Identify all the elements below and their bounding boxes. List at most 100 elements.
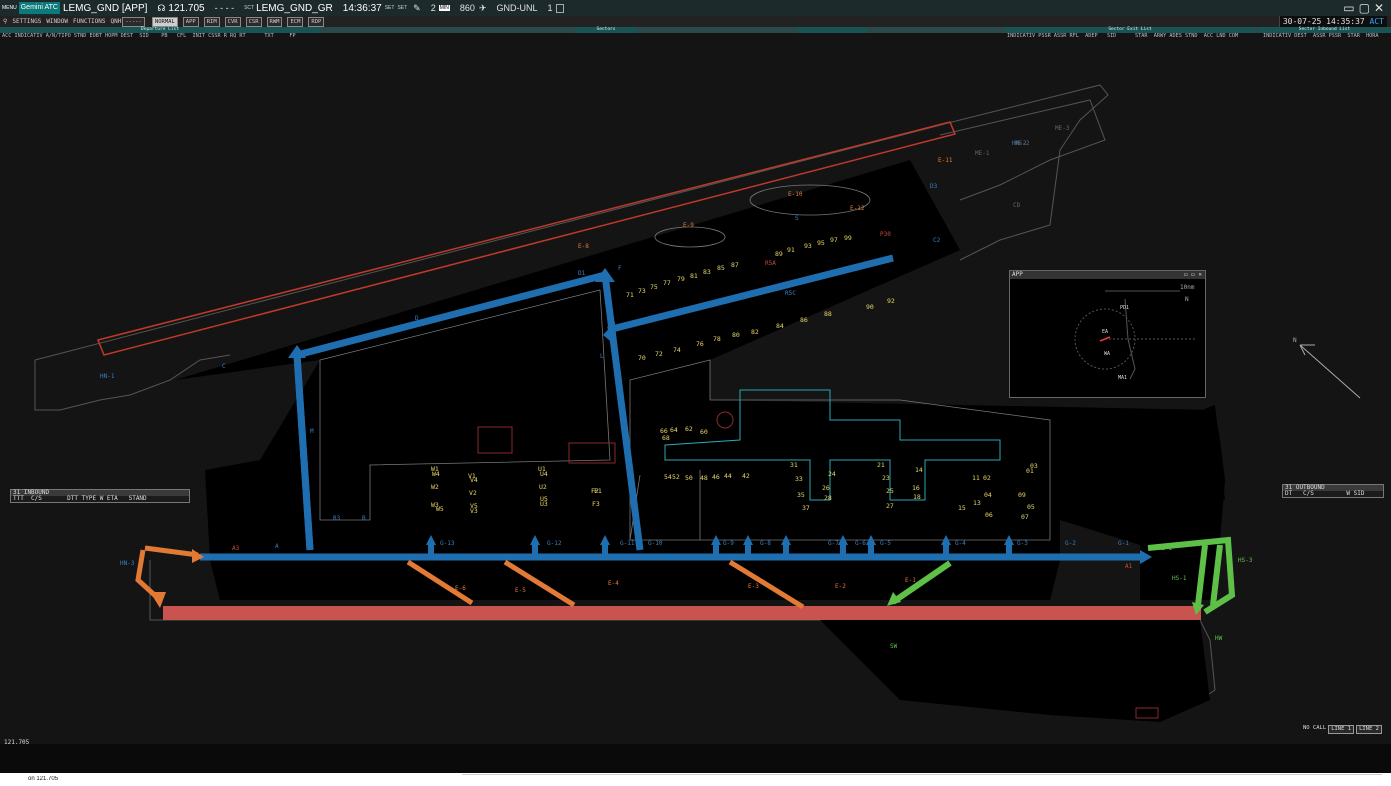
line2-button[interactable]: LINE 2 (1356, 725, 1382, 734)
btn-rdp[interactable]: RDP (308, 16, 325, 27)
app-radar-scope[interactable]: 10nm N PD1 EA WA MA1 (1010, 279, 1205, 397)
stand-number[interactable]: 78 (713, 335, 721, 343)
stand-number[interactable]: 23 (882, 474, 890, 482)
timer-value[interactable]: 2 (431, 3, 436, 13)
stand-number[interactable]: 74 (673, 346, 681, 354)
stand-number[interactable]: 42 (742, 472, 750, 480)
stand-number[interactable]: 80 (732, 331, 740, 339)
stand-number[interactable]: 64 (670, 426, 678, 434)
stand-number[interactable]: 62 (685, 425, 693, 433)
stand-number[interactable]: 60 (700, 428, 708, 436)
stand-number[interactable]: 05 (1027, 503, 1035, 511)
stand-number[interactable]: 93 (804, 242, 812, 250)
outbound-panel[interactable]: 31 OUTBOUND DT C/S W SID (1282, 484, 1384, 498)
stand-number[interactable]: 91 (787, 246, 795, 254)
stand-number[interactable]: 86 (800, 316, 808, 324)
app-radar-panel[interactable]: APP ▭ ▭ ✕ 10nm N PD1 EA WA MA1 (1009, 270, 1206, 398)
stand-number[interactable]: 87 (731, 261, 739, 269)
pencil-icon[interactable]: ✎ (413, 3, 421, 14)
command-input[interactable] (28, 774, 462, 783)
stand-number[interactable]: U5 (540, 495, 548, 503)
stand-number[interactable]: 27 (886, 502, 894, 510)
mode-select[interactable]: NORMAL (151, 16, 178, 27)
stand-number[interactable]: 92 (887, 297, 895, 305)
stand-number[interactable]: 75 (650, 283, 658, 291)
stand-number[interactable]: 28 (824, 494, 832, 502)
stand-number[interactable]: 04 (984, 491, 992, 499)
stand-number[interactable]: 09 (1018, 491, 1026, 499)
inbound-panel[interactable]: 31 INBOUND TTT C/S DTT TYPE W ETA STAND (10, 489, 190, 503)
set-label-2[interactable]: SET (397, 5, 407, 11)
stand-number[interactable]: 11 (972, 474, 980, 482)
stand-number[interactable]: 73 (638, 287, 646, 295)
stand-number[interactable]: 14 (915, 466, 923, 474)
btn-rim[interactable]: RIM (203, 16, 220, 27)
stand-number[interactable]: 89 (775, 250, 783, 258)
app-panel-titlebar[interactable]: APP ▭ ▭ ✕ (1010, 271, 1205, 279)
btn-csr[interactable]: CSR (245, 16, 262, 27)
stand-number[interactable]: 06 (985, 511, 993, 519)
altitude-value[interactable]: 860 (460, 3, 475, 13)
stand-number[interactable]: U2 (539, 483, 547, 491)
stand-number[interactable]: 21 (877, 461, 885, 469)
stand-number[interactable]: 18 (913, 493, 921, 501)
stand-number[interactable]: 95 (817, 239, 825, 247)
stand-number[interactable]: 46 (712, 473, 720, 481)
stand-number[interactable]: 48 (700, 474, 708, 482)
active-runway[interactable] (163, 606, 1201, 620)
window-controls[interactable]: ▭▢✕ (1343, 1, 1388, 15)
stand-number[interactable]: 81 (690, 272, 698, 280)
stand-number[interactable]: 31 (790, 461, 798, 469)
menu-window[interactable]: WINDOW (46, 18, 68, 25)
stand-number[interactable]: 88 (824, 310, 832, 318)
stand-number[interactable]: 85 (717, 264, 725, 272)
stand-number[interactable]: 07 (1021, 513, 1029, 521)
filter-bar[interactable] (798, 27, 868, 33)
stand-number[interactable]: 03 (1030, 462, 1038, 470)
stand-number[interactable]: V4 (470, 476, 478, 484)
stand-number[interactable]: 33 (795, 475, 803, 483)
menu-functions[interactable]: FUNCTIONS (73, 18, 106, 25)
stand-number[interactable]: V5 (470, 502, 478, 510)
stand-number[interactable]: V2 (469, 489, 477, 497)
stand-number[interactable]: 37 (802, 504, 810, 512)
stand-number[interactable]: 97 (830, 236, 838, 244)
stand-number[interactable]: 77 (663, 279, 671, 287)
sectors-bar[interactable]: Sectors (575, 27, 637, 33)
btn-app[interactable]: APP (182, 16, 199, 27)
stand-number[interactable]: 16 (912, 484, 920, 492)
stand-number[interactable]: W5 (436, 505, 444, 513)
stand-number[interactable]: 54 (664, 473, 672, 481)
stand-number[interactable]: 15 (958, 504, 966, 512)
stand-number[interactable]: 72 (655, 350, 663, 358)
set-label-1[interactable]: SET (385, 5, 395, 11)
stand-number[interactable]: U4 (540, 470, 548, 478)
stand-number[interactable]: 82 (751, 328, 759, 336)
restore-icon[interactable]: ▢ (1359, 1, 1374, 15)
stand-number[interactable]: 26 (822, 484, 830, 492)
stand-number[interactable]: 68 (662, 434, 670, 442)
headset-icon[interactable]: ☊ (157, 3, 165, 14)
stand-number[interactable]: 44 (724, 472, 732, 480)
btn-ecm[interactable]: ECM (287, 16, 304, 27)
stand-number[interactable]: 02 (983, 474, 991, 482)
stand-number[interactable]: 52 (672, 473, 680, 481)
menu-button[interactable]: MENU (2, 5, 17, 11)
stand-number[interactable]: F2 (591, 487, 599, 495)
stand-number[interactable]: 35 (797, 491, 805, 499)
stand-number[interactable]: F3 (592, 500, 600, 508)
btn-rwm[interactable]: RWM (266, 16, 283, 27)
panel-controls[interactable]: ▭ ▭ ✕ (1184, 271, 1202, 279)
stand-number[interactable]: 90 (866, 303, 874, 311)
stand-number[interactable]: 50 (685, 474, 693, 482)
range-label[interactable]: GND-UNL (496, 3, 537, 13)
stand-number[interactable]: W2 (431, 483, 439, 491)
act-indicator[interactable]: ACT (1370, 17, 1384, 26)
stand-number[interactable]: 13 (973, 499, 981, 507)
qnh-field[interactable]: ----- (122, 16, 145, 27)
stand-number[interactable]: 71 (626, 291, 634, 299)
stand-number[interactable]: 24 (828, 470, 836, 478)
line1-button[interactable]: LINE 1 (1328, 725, 1355, 734)
stand-number[interactable]: 25 (886, 487, 894, 495)
stand-number[interactable]: W4 (432, 470, 440, 478)
